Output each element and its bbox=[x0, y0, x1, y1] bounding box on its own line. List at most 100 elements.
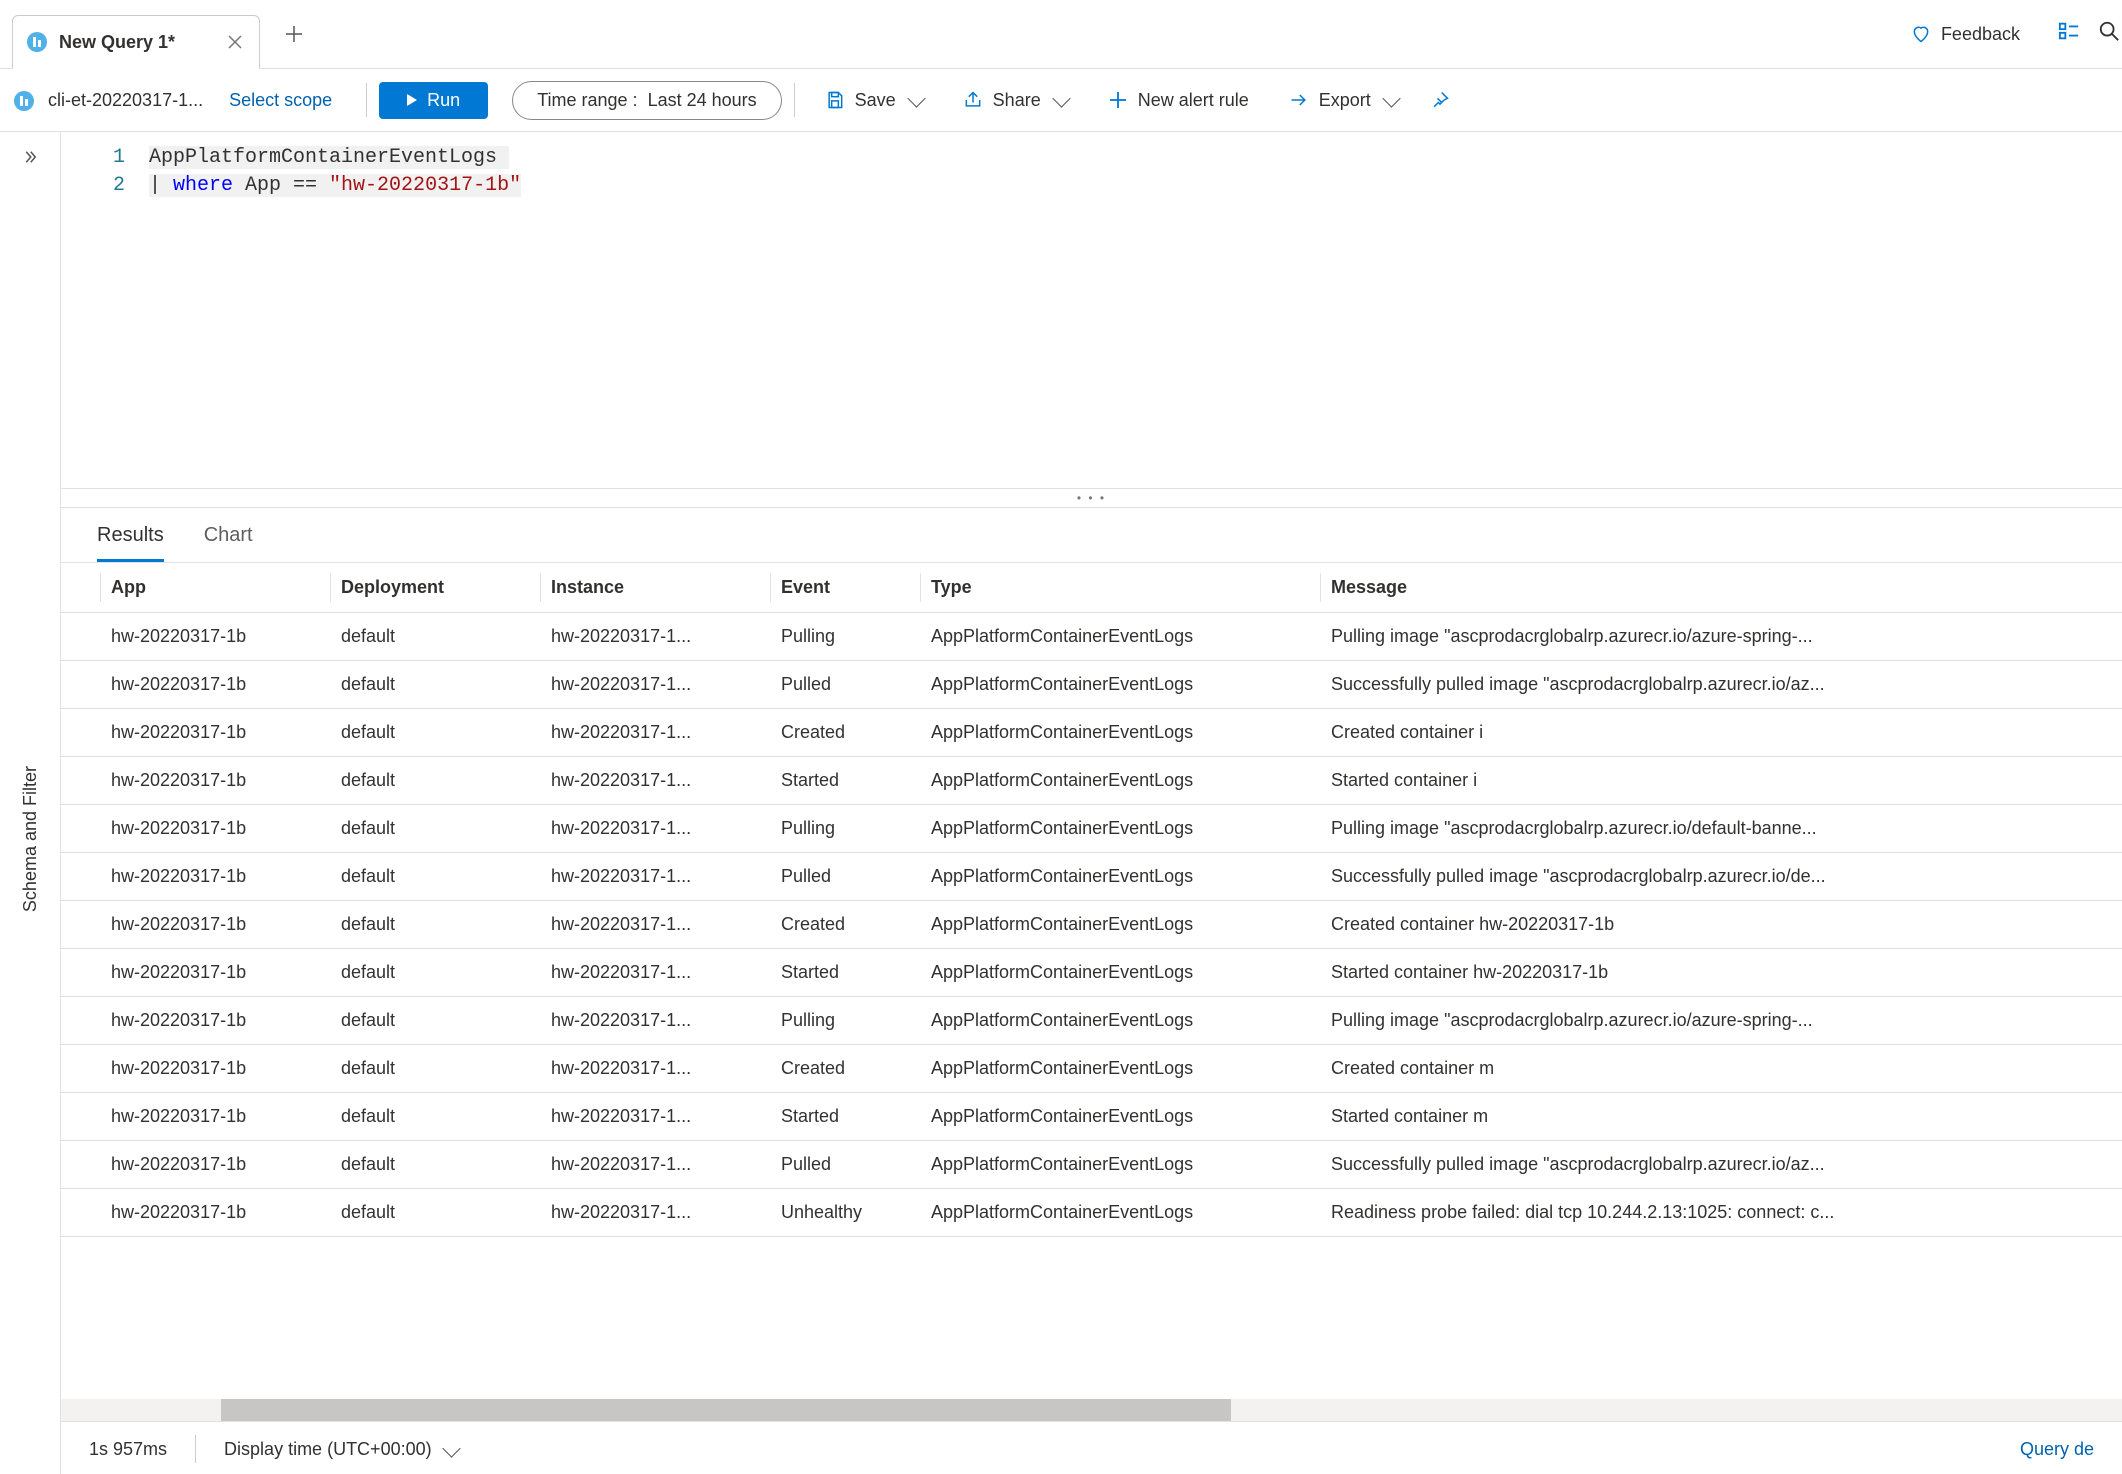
chevron-down-icon bbox=[1052, 89, 1070, 107]
run-label: Run bbox=[427, 90, 460, 111]
column-header-deployment[interactable]: Deployment bbox=[331, 563, 541, 613]
table-row[interactable]: hw-20220317-1bdefaulthw-20220317-1...Pul… bbox=[61, 805, 2122, 853]
cell-instance: hw-20220317-1... bbox=[541, 1045, 771, 1093]
expand-cell[interactable] bbox=[61, 1045, 101, 1093]
table-row[interactable]: hw-20220317-1bdefaulthw-20220317-1...Pul… bbox=[61, 661, 2122, 709]
code-text: AppPlatformContainerEventLogs bbox=[149, 146, 497, 169]
cell-event: Started bbox=[771, 757, 921, 805]
query-details-link[interactable]: Query de bbox=[2020, 1439, 2094, 1460]
divider bbox=[794, 83, 795, 117]
expand-cell[interactable] bbox=[61, 1189, 101, 1237]
new-alert-rule-button[interactable]: New alert rule bbox=[1090, 90, 1267, 111]
tab-results[interactable]: Results bbox=[97, 524, 164, 562]
cell-event: Pulling bbox=[771, 613, 921, 661]
run-button[interactable]: Run bbox=[379, 82, 488, 119]
expand-cell[interactable] bbox=[61, 661, 101, 709]
expand-panel-icon[interactable] bbox=[21, 148, 39, 166]
expand-cell[interactable] bbox=[61, 805, 101, 853]
save-button[interactable]: Save bbox=[807, 90, 941, 111]
table-row[interactable]: hw-20220317-1bdefaulthw-20220317-1...Sta… bbox=[61, 1093, 2122, 1141]
table-row[interactable]: hw-20220317-1bdefaulthw-20220317-1...Pul… bbox=[61, 613, 2122, 661]
expand-cell[interactable] bbox=[61, 709, 101, 757]
cell-type: AppPlatformContainerEventLogs bbox=[921, 1045, 1321, 1093]
body: Schema and Filter 1 AppPlatformContainer… bbox=[0, 132, 2122, 1474]
table-row[interactable]: hw-20220317-1bdefaulthw-20220317-1...Pul… bbox=[61, 997, 2122, 1045]
cell-type: AppPlatformContainerEventLogs bbox=[921, 757, 1321, 805]
cell-app: hw-20220317-1b bbox=[101, 709, 331, 757]
table-row[interactable]: hw-20220317-1bdefaulthw-20220317-1...Unh… bbox=[61, 1189, 2122, 1237]
expand-cell[interactable] bbox=[61, 901, 101, 949]
tab-chart[interactable]: Chart bbox=[204, 524, 253, 562]
column-header-event[interactable]: Event bbox=[771, 563, 921, 613]
cell-deployment: default bbox=[331, 1189, 541, 1237]
cell-app: hw-20220317-1b bbox=[101, 1093, 331, 1141]
expand-cell[interactable] bbox=[61, 997, 101, 1045]
query-tab-active[interactable]: New Query 1* bbox=[12, 15, 260, 69]
splitter-handle[interactable]: • • • bbox=[61, 489, 2122, 508]
column-header-instance[interactable]: Instance bbox=[541, 563, 771, 613]
play-icon bbox=[407, 94, 417, 106]
table-row[interactable]: hw-20220317-1bdefaulthw-20220317-1...Pul… bbox=[61, 853, 2122, 901]
cell-app: hw-20220317-1b bbox=[101, 853, 331, 901]
export-button[interactable]: Export bbox=[1271, 90, 1416, 111]
cell-type: AppPlatformContainerEventLogs bbox=[921, 1141, 1321, 1189]
chevron-down-icon bbox=[1382, 89, 1400, 107]
display-time-label: Display time (UTC+00:00) bbox=[224, 1439, 432, 1459]
column-header-type[interactable]: Type bbox=[921, 563, 1321, 613]
expand-cell[interactable] bbox=[61, 949, 101, 997]
search-icon[interactable] bbox=[2098, 20, 2122, 48]
cell-deployment: default bbox=[331, 997, 541, 1045]
cell-event: Pulled bbox=[771, 1141, 921, 1189]
cell-app: hw-20220317-1b bbox=[101, 949, 331, 997]
table-row[interactable]: hw-20220317-1bdefaulthw-20220317-1...Cre… bbox=[61, 901, 2122, 949]
cell-event: Pulling bbox=[771, 997, 921, 1045]
code-text: App == bbox=[233, 174, 329, 197]
scope-name[interactable]: cli-et-20220317-1... bbox=[48, 90, 203, 111]
results-table-wrap: App Deployment Instance Event Type Messa… bbox=[61, 562, 2122, 1421]
table-row[interactable]: hw-20220317-1bdefaulthw-20220317-1...Sta… bbox=[61, 757, 2122, 805]
table-header-row: App Deployment Instance Event Type Messa… bbox=[61, 563, 2122, 613]
cell-message: Created container i bbox=[1321, 709, 2122, 757]
table-row[interactable]: hw-20220317-1bdefaulthw-20220317-1...Pul… bbox=[61, 1141, 2122, 1189]
cell-deployment: default bbox=[331, 757, 541, 805]
cell-message: Successfully pulled image "ascprodacrglo… bbox=[1321, 853, 2122, 901]
time-range-picker[interactable]: Time range : Last 24 hours bbox=[512, 81, 781, 120]
cell-deployment: default bbox=[331, 1093, 541, 1141]
share-button[interactable]: Share bbox=[945, 90, 1086, 111]
cell-type: AppPlatformContainerEventLogs bbox=[921, 1093, 1321, 1141]
close-icon[interactable] bbox=[225, 32, 245, 52]
select-scope-link[interactable]: Select scope bbox=[207, 90, 354, 111]
table-row[interactable]: hw-20220317-1bdefaulthw-20220317-1...Sta… bbox=[61, 949, 2122, 997]
query-toolbar: cli-et-20220317-1... Select scope Run Ti… bbox=[0, 69, 2122, 132]
table-row[interactable]: hw-20220317-1bdefaulthw-20220317-1...Cre… bbox=[61, 1045, 2122, 1093]
schema-filter-label[interactable]: Schema and Filter bbox=[20, 766, 41, 912]
schema-filter-rail: Schema and Filter bbox=[0, 132, 61, 1474]
cell-instance: hw-20220317-1... bbox=[541, 901, 771, 949]
chevron-down-icon bbox=[442, 1439, 460, 1457]
horizontal-scrollbar[interactable] bbox=[61, 1399, 2122, 1421]
expand-cell[interactable] bbox=[61, 1093, 101, 1141]
table-row[interactable]: hw-20220317-1bdefaulthw-20220317-1...Cre… bbox=[61, 709, 2122, 757]
expand-cell[interactable] bbox=[61, 853, 101, 901]
cell-type: AppPlatformContainerEventLogs bbox=[921, 901, 1321, 949]
expand-cell[interactable] bbox=[61, 613, 101, 661]
feedback-button[interactable]: Feedback bbox=[1891, 24, 2040, 45]
cell-message: Started container m bbox=[1321, 1093, 2122, 1141]
cell-message: Started container hw-20220317-1b bbox=[1321, 949, 2122, 997]
query-editor[interactable]: 1 AppPlatformContainerEventLogs 2 | wher… bbox=[61, 132, 2122, 489]
pin-button[interactable] bbox=[1420, 90, 1460, 110]
cell-type: AppPlatformContainerEventLogs bbox=[921, 661, 1321, 709]
scrollbar-thumb[interactable] bbox=[221, 1399, 1231, 1421]
column-header-message[interactable]: Message bbox=[1321, 563, 2122, 613]
display-time-button[interactable]: Display time (UTC+00:00) bbox=[224, 1439, 458, 1460]
cell-type: AppPlatformContainerEventLogs bbox=[921, 1189, 1321, 1237]
save-label: Save bbox=[855, 90, 896, 111]
expand-cell[interactable] bbox=[61, 1141, 101, 1189]
expand-cell[interactable] bbox=[61, 757, 101, 805]
cell-message: Successfully pulled image "ascprodacrglo… bbox=[1321, 661, 2122, 709]
code-text: | bbox=[149, 174, 173, 197]
new-tab-button[interactable] bbox=[274, 14, 314, 54]
cell-app: hw-20220317-1b bbox=[101, 1141, 331, 1189]
queries-panel-icon[interactable] bbox=[2044, 20, 2094, 48]
column-header-app[interactable]: App bbox=[101, 563, 331, 613]
